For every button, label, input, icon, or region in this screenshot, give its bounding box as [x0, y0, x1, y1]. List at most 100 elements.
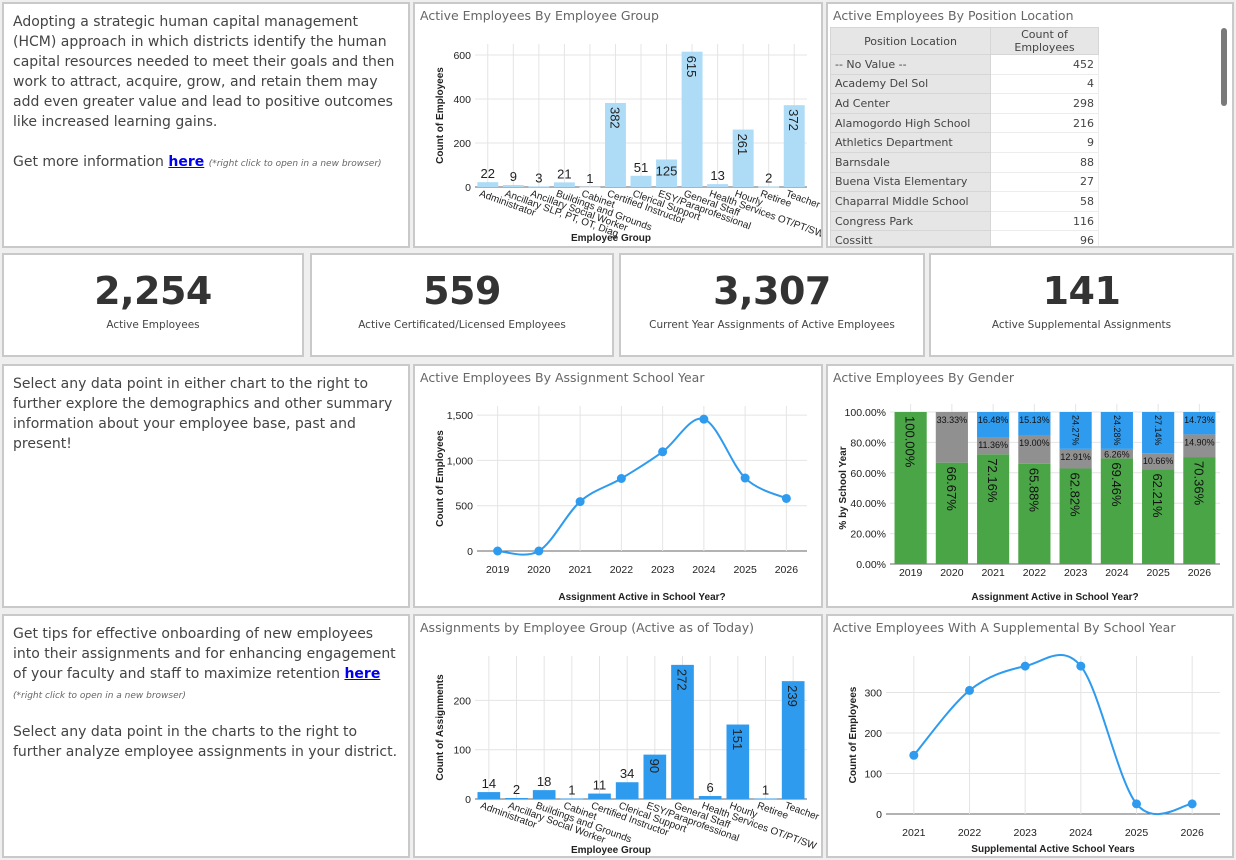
supplemental-line-chart[interactable]: 0 100 200 300 Count of Employees Supplemental…	[828, 616, 1232, 856]
table-row[interactable]: Congress Park 116	[830, 210, 1099, 232]
bar[interactable]	[758, 186, 780, 188]
location-name[interactable]: Academy Del Sol	[830, 73, 991, 95]
y-axis-title: Count of Employees	[435, 430, 446, 527]
data-point[interactable]	[658, 447, 668, 457]
table-row[interactable]: Ad Center 298	[830, 93, 1099, 114]
table-row[interactable]: Athletics Department 9	[830, 132, 1099, 153]
assignment-group-bar-chart[interactable]: 0 100 200 Count of Assignments Employee Grou…	[415, 616, 821, 856]
segment-label: 24.27%	[1071, 415, 1081, 446]
data-point[interactable]	[575, 497, 585, 507]
bar[interactable]	[698, 796, 722, 799]
segment-label: 12.91%	[1060, 452, 1091, 462]
bar[interactable]	[553, 182, 575, 187]
table-row[interactable]: Cossitt 96	[830, 230, 1099, 246]
location-name[interactable]: Cossitt	[830, 230, 991, 246]
hcm-info-panel: Adopting a strategic human capital manag…	[2, 2, 410, 248]
bar[interactable]	[560, 798, 584, 800]
y-tick-label: 300	[864, 687, 882, 699]
data-point[interactable]	[1076, 661, 1086, 671]
more-info-prefix: Get more information	[13, 154, 169, 170]
y-axis-title: Count of Employees	[848, 686, 859, 783]
data-point[interactable]	[965, 685, 974, 695]
bar-value-label: 51	[634, 160, 648, 175]
location-count[interactable]: 58	[990, 191, 1099, 212]
bar[interactable]	[477, 792, 501, 799]
series-line	[913, 654, 1193, 816]
location-count[interactable]: 452	[990, 54, 1099, 75]
data-point[interactable]	[740, 473, 750, 483]
bar[interactable]	[505, 798, 528, 799]
chart-title: Active Employees By Employee Group	[420, 8, 659, 23]
data-point[interactable]	[493, 546, 503, 556]
x-tick-label: Teacher	[783, 800, 821, 823]
employee-group-bar-chart[interactable]: 0200400600Count of EmployeesEmployee Gro…	[415, 4, 821, 246]
location-name[interactable]: Ad Center	[830, 93, 991, 114]
data-point[interactable]	[1187, 799, 1197, 809]
x-tick-label: 2021	[568, 564, 592, 576]
more-info-link[interactable]: here	[168, 154, 204, 170]
x-axis-title: Assignment Active in School Year?	[558, 592, 725, 603]
data-point[interactable]	[616, 474, 626, 483]
chart-title: Active Employees With A Supplemental By …	[833, 620, 1176, 635]
bar[interactable]	[502, 185, 524, 187]
bar[interactable]	[615, 782, 639, 799]
onboarding-link[interactable]: here	[344, 666, 380, 682]
school-year-line-chart[interactable]: 0 500 1,000 1,500Count of Employees Assignme…	[415, 366, 821, 606]
location-count[interactable]: 9	[990, 132, 1099, 153]
table-row[interactable]: Buena Vista Elementary 27	[830, 171, 1099, 193]
column-header-location[interactable]: Position Location	[830, 27, 991, 55]
onboarding-text: Get tips for effective onboarding of new…	[13, 624, 399, 706]
kpi-supplemental-assignments[interactable]: 141 Active Supplemental Assignments	[929, 253, 1234, 357]
chart-title: Active Employees By Assignment School Ye…	[420, 370, 705, 385]
location-count[interactable]: 298	[990, 93, 1099, 114]
bar[interactable]	[588, 793, 611, 799]
table-scrollbar[interactable]	[1221, 28, 1227, 106]
bar-value-label: 1	[762, 783, 769, 798]
data-point[interactable]	[1132, 799, 1141, 809]
bar[interactable]	[477, 182, 499, 187]
location-count[interactable]: 4	[990, 73, 1099, 95]
kpi-active-employees[interactable]: 2,254 Active Employees	[2, 253, 304, 357]
position-location-table: Position Location Count of Employees -- …	[830, 27, 1099, 246]
data-point[interactable]	[534, 546, 544, 556]
bar[interactable]	[754, 798, 777, 800]
table-row[interactable]: Barnsdale 88	[830, 151, 1099, 173]
table-row[interactable]: -- No Value -- 452	[830, 54, 1099, 75]
bar[interactable]	[532, 790, 556, 799]
location-count[interactable]: 216	[990, 112, 1099, 134]
column-header-count[interactable]: Count of Employees	[990, 27, 1099, 55]
y-tick-label: 0	[465, 794, 471, 806]
location-name[interactable]: Alamogordo High School	[830, 112, 991, 134]
bar[interactable]	[579, 186, 601, 188]
kpi-current-year-assignments[interactable]: 3,307 Current Year Assignments of Active…	[619, 253, 925, 357]
data-point[interactable]	[909, 750, 919, 760]
location-count[interactable]: 96	[990, 230, 1099, 246]
location-name[interactable]: -- No Value --	[830, 54, 991, 75]
table-row[interactable]: Academy Del Sol 4	[830, 73, 1099, 95]
segment-label: 72.16%	[985, 458, 1000, 503]
data-point[interactable]	[1020, 661, 1030, 671]
location-name[interactable]: Athletics Department	[830, 132, 991, 153]
location-name[interactable]: Buena Vista Elementary	[830, 171, 991, 193]
explore-info-panel: Select any data point in either chart to…	[2, 364, 410, 608]
location-count[interactable]: 88	[990, 151, 1099, 173]
data-point[interactable]	[781, 493, 791, 503]
location-name[interactable]: Chaparral Middle School	[830, 191, 991, 212]
x-axis-title: Employee Group	[571, 845, 651, 856]
bar-value-label: 6	[707, 780, 714, 795]
x-tick-label: 2025	[1146, 567, 1170, 579]
x-axis-title: Supplemental Active School Years	[971, 844, 1135, 855]
bar[interactable]	[630, 175, 652, 187]
table-row[interactable]: Alamogordo High School 216	[830, 112, 1099, 134]
location-count[interactable]: 116	[990, 210, 1099, 232]
location-name[interactable]: Barnsdale	[830, 151, 991, 173]
location-name[interactable]: Congress Park	[830, 210, 991, 232]
x-tick-label: 2023	[1064, 567, 1088, 579]
kpi-certificated-employees[interactable]: 559 Active Certificated/Licensed Employe…	[310, 253, 614, 357]
bar[interactable]	[707, 184, 729, 187]
data-point[interactable]	[699, 414, 709, 424]
bar[interactable]	[528, 186, 550, 188]
table-row[interactable]: Chaparral Middle School 58	[830, 191, 1099, 212]
location-count[interactable]: 27	[990, 171, 1099, 193]
gender-stacked-bar-chart[interactable]: 0.00% 20.00% 40.00% 60.00% 80.00% 100.00% % by…	[828, 366, 1232, 606]
